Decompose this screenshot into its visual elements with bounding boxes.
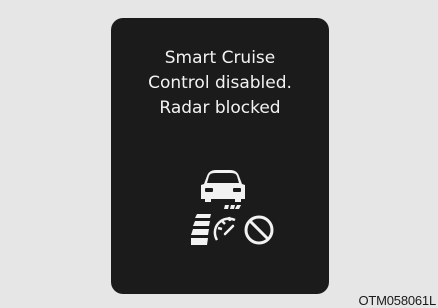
- car-front-icon: [201, 170, 245, 202]
- radar-waves-icon: [224, 205, 241, 209]
- smart-cruise-radar-blocked-icon: [191, 170, 274, 245]
- cluster-warning-panel: Smart Cruise Control disabled. Radar blo…: [111, 18, 329, 294]
- speedometer-icon: [213, 216, 236, 241]
- warning-line-2: Control disabled.: [148, 73, 292, 93]
- warning-line-3: Radar blocked: [159, 98, 281, 118]
- prohibition-icon: [244, 215, 274, 245]
- lane-lines-icon: [191, 214, 211, 245]
- warning-line-1: Smart Cruise: [164, 48, 276, 68]
- warning-message: Smart Cruise Control disabled. Radar blo…: [111, 46, 329, 121]
